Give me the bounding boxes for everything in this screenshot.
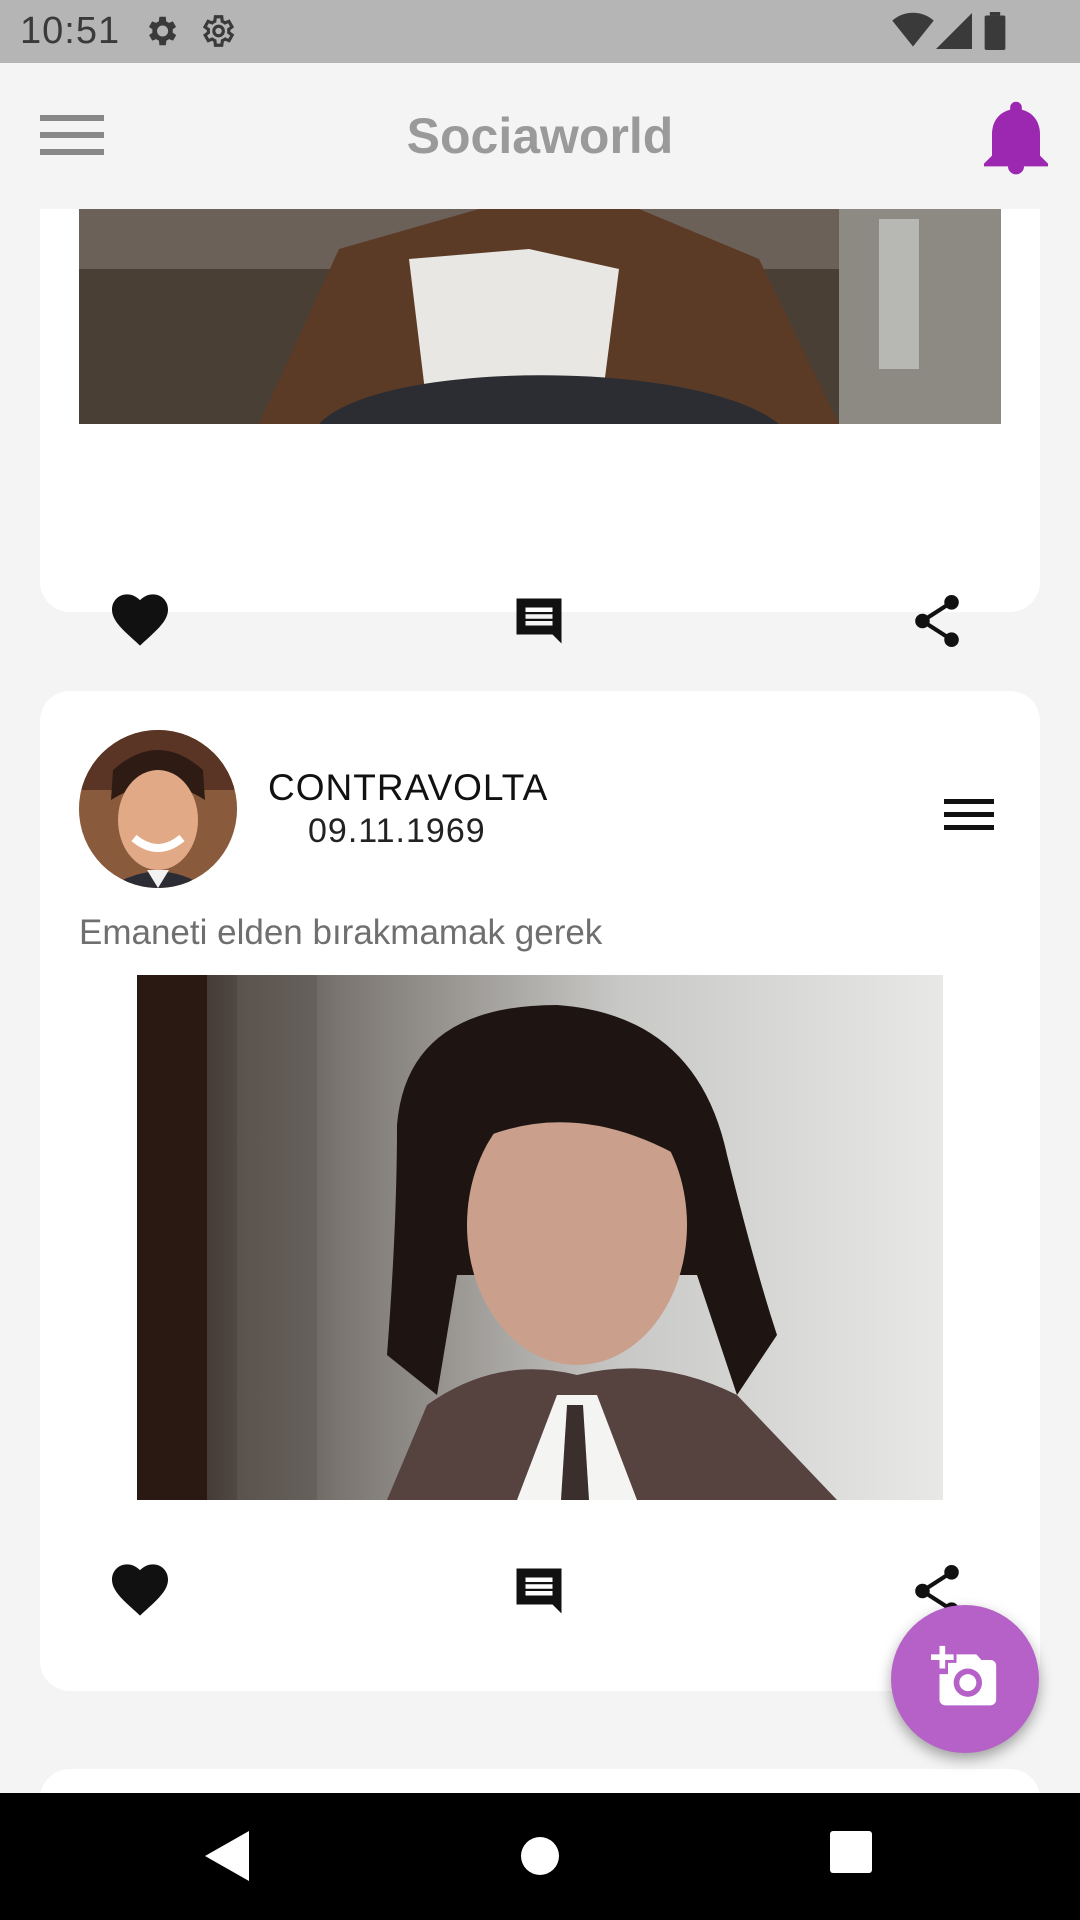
post-caption: Emaneti elden bırakmamak gerek bbox=[79, 913, 603, 952]
wifi-icon bbox=[892, 12, 934, 55]
post-actions bbox=[40, 594, 1040, 674]
post-card bbox=[40, 209, 1040, 647]
feed[interactable]: CONTRAVOLTA 09.11.1969 Emaneti elden bır… bbox=[0, 209, 1080, 1793]
home-icon[interactable] bbox=[520, 1831, 560, 1886]
status-time: 10:51 bbox=[20, 10, 121, 52]
post-photo[interactable] bbox=[137, 975, 943, 1500]
avatar[interactable] bbox=[79, 730, 237, 888]
system-nav-bar bbox=[0, 1793, 1080, 1920]
app-bar: Sociaworld bbox=[0, 63, 1080, 209]
post-date: 09.11.1969 bbox=[308, 812, 486, 850]
notification-bell-icon[interactable] bbox=[984, 99, 1048, 180]
comment-icon[interactable] bbox=[512, 1564, 566, 1623]
share-icon[interactable] bbox=[912, 594, 962, 653]
back-icon[interactable] bbox=[205, 1831, 249, 1886]
post-username[interactable]: CONTRAVOLTA bbox=[268, 767, 548, 809]
signal-icon bbox=[936, 12, 972, 55]
post-actions bbox=[40, 1564, 1040, 1644]
app-title: Sociaworld bbox=[406, 108, 674, 164]
settings-outline-icon bbox=[198, 12, 236, 55]
add-photo-icon bbox=[931, 1645, 997, 1706]
recents-icon[interactable] bbox=[830, 1831, 872, 1878]
post-card: CONTRAVOLTA 09.11.1969 Emaneti elden bır… bbox=[40, 691, 1040, 1691]
settings-icon bbox=[142, 12, 180, 55]
post-photo[interactable] bbox=[79, 209, 1001, 424]
status-bar: 10:51 bbox=[0, 0, 1080, 63]
heart-icon[interactable] bbox=[112, 594, 168, 651]
comment-icon[interactable] bbox=[512, 594, 566, 653]
add-photo-button[interactable] bbox=[891, 1605, 1039, 1753]
heart-icon[interactable] bbox=[112, 1564, 168, 1621]
post-card bbox=[40, 1769, 1040, 1793]
post-options-menu-icon[interactable] bbox=[944, 797, 994, 838]
battery-icon bbox=[984, 12, 1006, 55]
